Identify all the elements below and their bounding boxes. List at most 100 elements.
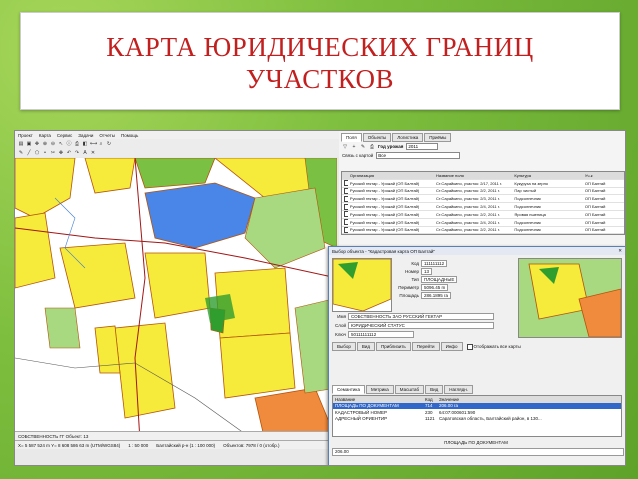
- cell-org: Русский гектар - Урожай (ОП Балтай): [349, 211, 420, 217]
- select-icon[interactable]: ↖: [58, 141, 64, 147]
- tab-metrics[interactable]: Метрика: [365, 385, 394, 394]
- selected-attribute-value[interactable]: 206.00: [332, 448, 624, 456]
- column-header[interactable]: Организация: [348, 173, 434, 178]
- tab-scale[interactable]: Масштаб: [394, 385, 425, 394]
- cell-org: Русский гектар - Урожай (ОП Балтай): [349, 188, 420, 194]
- menu-reports[interactable]: Отчеты: [99, 133, 115, 138]
- tab-visual[interactable]: Наглядн.: [444, 385, 473, 394]
- field-perimeter: Периметр 5096.45 m: [389, 284, 449, 291]
- dialog-titlebar: Выбор объекта - "Кадастровая карта ОП Ба…: [329, 247, 625, 255]
- column-header[interactable]: Уч-к: [583, 173, 624, 178]
- cell-unit: ОП Балтай: [584, 188, 606, 194]
- goto-button[interactable]: Перейти: [411, 342, 440, 351]
- zoom-button[interactable]: Приблизить: [375, 342, 411, 351]
- zoom-in-icon[interactable]: ⊕: [42, 141, 48, 147]
- filter-icon[interactable]: ▽: [342, 144, 348, 150]
- select-button[interactable]: Выбор: [332, 342, 356, 351]
- print-icon[interactable]: ⎙: [369, 144, 375, 150]
- cell-unit: ОП Балтай: [584, 204, 606, 210]
- open-icon[interactable]: ▤: [18, 141, 24, 147]
- link-label: Связь с картой: [342, 153, 374, 158]
- list-item[interactable]: ПЛОЩАДЬ ПО ДОКУМЕНТАМ 714 206.00 га: [333, 402, 621, 409]
- cell-crop: Кукуруза на зерно: [514, 180, 549, 186]
- field-key: Ключ 50111111112: [332, 331, 414, 338]
- pencil-icon[interactable]: ✎: [18, 150, 24, 156]
- field-layer: Слой ЮРИДИЧЕСКИЙ СТАТУС: [332, 322, 494, 329]
- column-header[interactable]: Название поля: [434, 173, 512, 178]
- link-row: Связь с картой: [339, 151, 625, 160]
- map-parcel: [219, 332, 296, 399]
- map-canvas[interactable]: [15, 158, 337, 441]
- layers-icon[interactable]: ◧: [82, 141, 88, 147]
- point-icon[interactable]: •: [42, 150, 48, 156]
- view-button[interactable]: Вид: [356, 342, 375, 351]
- tab-methods[interactable]: Приёмы: [424, 133, 452, 142]
- line-icon[interactable]: ╱: [26, 150, 32, 156]
- field-code: Код 111111112: [389, 260, 448, 267]
- gis-app-screenshot: Проект Карта Сервис Задачи Отчеты Помощь…: [14, 130, 626, 466]
- table-row[interactable]: Русский гектар - Урожай (ОП Балтай) Ст.Са…: [342, 195, 624, 204]
- table-header: Организация Название поля Культура Уч-к: [342, 172, 624, 180]
- tab-logistics[interactable]: Логистика: [392, 133, 424, 142]
- measure-icon[interactable]: ⟷: [90, 141, 97, 147]
- cell-field: Ст.Сарайкино, участок: 2/2, 2011 г.: [436, 227, 500, 233]
- zoom-out-icon[interactable]: ⊖: [50, 141, 56, 147]
- cell-crop: Подсолнечник: [514, 227, 541, 233]
- dialog-tabs: Семантика Метрика Масштаб Вид Наглядн.: [332, 385, 473, 394]
- redo-icon[interactable]: ↷: [74, 150, 80, 156]
- show-all-label: Отображать все карты: [473, 344, 521, 349]
- cell-field: Ст.Сарайкино, участок: 2/4, 2011 г.: [436, 219, 500, 225]
- undo-icon[interactable]: ↶: [66, 150, 72, 156]
- table-row[interactable]: Русский гектар - Урожай (ОП Балтай) Ст.Са…: [342, 219, 624, 227]
- year-field[interactable]: [406, 143, 439, 150]
- link-select[interactable]: [376, 152, 461, 159]
- table-row[interactable]: Русский гектар - Урожай (ОП Балтай) Ст.Са…: [342, 180, 624, 188]
- menu-map[interactable]: Карта: [39, 133, 51, 138]
- edit-icon[interactable]: ✎: [360, 144, 366, 150]
- main-toolbar: ▤ ▣ ✥ ⊕ ⊖ ↖ ⓘ ⎙ ◧ ⟷ ⌕ ↻: [15, 139, 340, 148]
- tab-objects[interactable]: Объекты: [362, 133, 392, 142]
- table-row[interactable]: Русский гектар - Урожай (ОП Балтай) Ст.Са…: [342, 203, 624, 211]
- status-layer: Балтайский р-н (1 : 100 000): [156, 442, 216, 448]
- map-parcel: [205, 294, 235, 323]
- field-name: Имя СОБСТВЕННОСТЬ ЗАО РУССКИЙ ГЕКТАР: [332, 313, 494, 320]
- menu-project[interactable]: Проект: [18, 133, 33, 138]
- refresh-icon[interactable]: ↻: [106, 141, 112, 147]
- move-icon[interactable]: ✥: [58, 150, 64, 156]
- add-icon[interactable]: +: [351, 144, 357, 150]
- map-parcel: [134, 158, 216, 189]
- list-item[interactable]: КАДАСТРОВЫЙ НОМЕР 230 64:07:000601:590: [333, 409, 621, 416]
- info-icon[interactable]: ⓘ: [66, 141, 72, 147]
- menu-help[interactable]: Помощь: [121, 133, 138, 138]
- pan-icon[interactable]: ✥: [34, 141, 40, 147]
- table-row[interactable]: Русский гектар - Урожай (ОП Балтай) Ст.Са…: [342, 187, 624, 196]
- show-all-checkbox[interactable]: [466, 343, 473, 350]
- cell-field: Ст.Сарайкино, участок: 2/4, 2011 г.: [436, 204, 500, 210]
- field-number: Номер 13: [389, 268, 433, 275]
- object-preview-map: [518, 258, 622, 338]
- name-value[interactable]: СОБСТВЕННОСТЬ ЗАО РУССКИЙ ГЕКТАР: [348, 313, 494, 320]
- layer-value[interactable]: ЮРИДИЧЕСКИЙ СТАТУС: [348, 322, 494, 329]
- field-type: Тип ПЛОЩАДНЫЕ: [389, 276, 458, 283]
- panel-tabs: Поля Объекты Логистика Приёмы: [339, 131, 625, 142]
- print-icon[interactable]: ⎙: [74, 141, 80, 147]
- table-row[interactable]: Русский гектар - Урожай (ОП Балтай) Ст.Са…: [342, 211, 624, 219]
- column-header[interactable]: Культура: [512, 173, 582, 178]
- tab-fields[interactable]: Поля: [341, 133, 362, 142]
- search-icon[interactable]: ⌕: [98, 141, 104, 147]
- list-item[interactable]: АДРЕСНЫЙ ОРИЕНТИР 1121 Саратовская облас…: [333, 416, 621, 423]
- save-icon[interactable]: ▣: [26, 141, 32, 147]
- polygon-icon[interactable]: ⬠: [34, 150, 40, 156]
- menu-tasks[interactable]: Задачи: [78, 133, 93, 138]
- delete-icon[interactable]: ✕: [90, 150, 96, 156]
- area-value: 286.1895 га: [421, 292, 452, 299]
- table-row[interactable]: Русский гектар - Урожай (ОП Балтай) Ст.Са…: [342, 226, 624, 235]
- cut-icon[interactable]: ✂: [50, 150, 56, 156]
- year-label: Год урожая: [378, 144, 404, 149]
- menu-service[interactable]: Сервис: [57, 133, 72, 138]
- tab-semantics[interactable]: Семантика: [332, 385, 365, 394]
- close-icon[interactable]: ✕: [618, 248, 625, 254]
- info-button[interactable]: Инфо: [440, 342, 463, 351]
- text-icon[interactable]: A: [82, 150, 88, 156]
- tab-view[interactable]: Вид: [425, 385, 444, 394]
